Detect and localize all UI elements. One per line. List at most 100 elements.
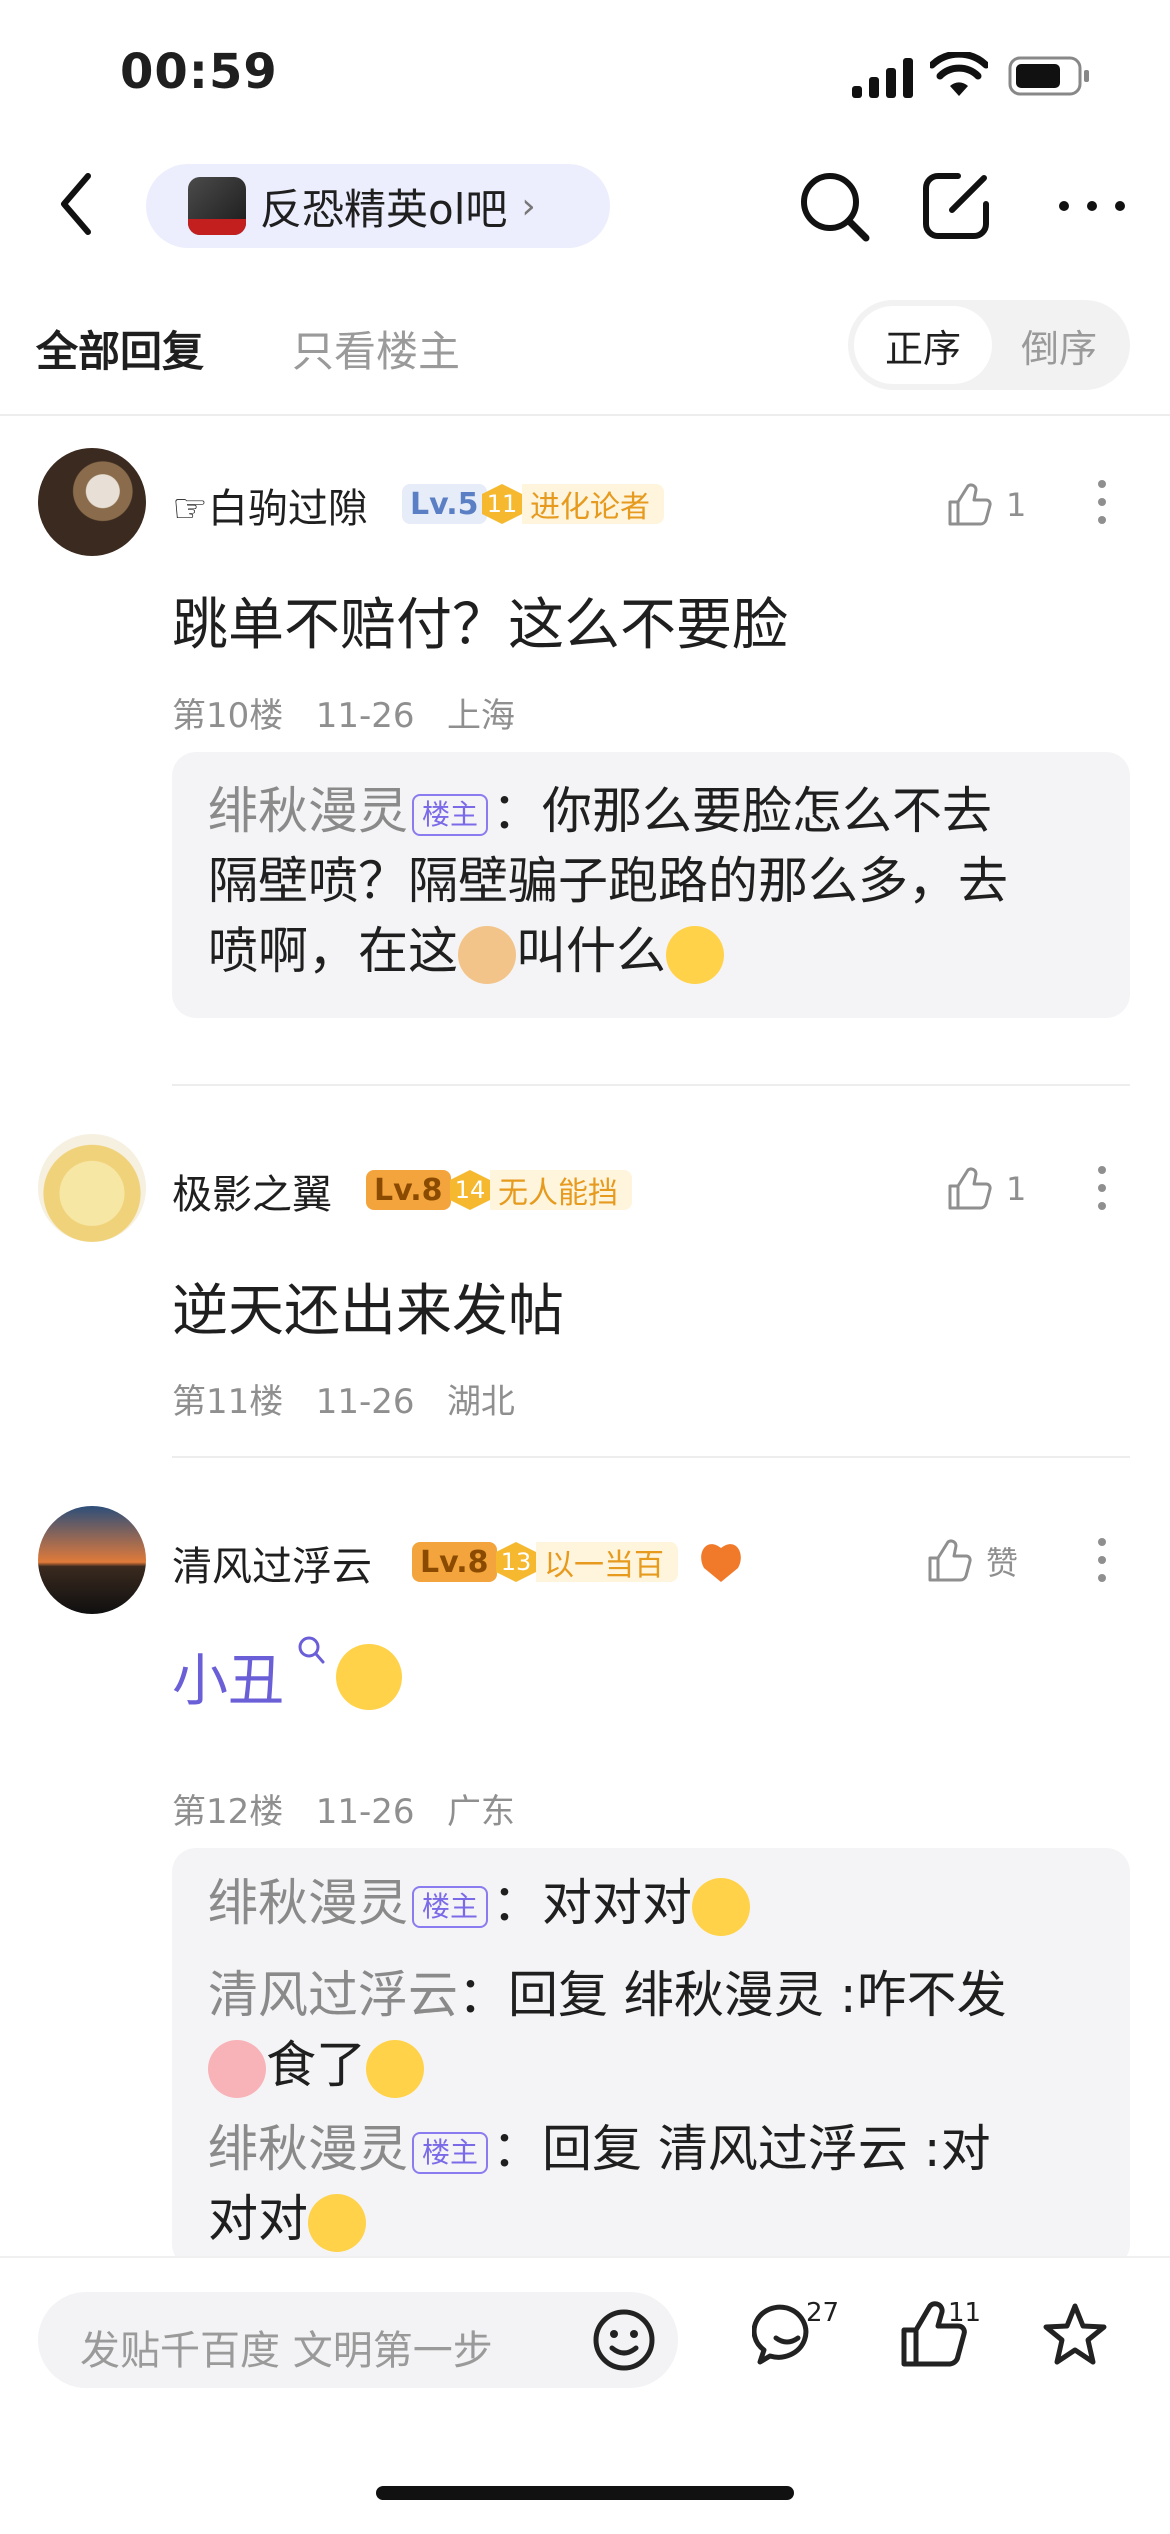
post-meta: 第10楼 11-26 上海 xyxy=(172,688,515,737)
floor: 第10楼 xyxy=(172,696,284,736)
post-content: 逆天还出来发帖 xyxy=(172,1279,564,1344)
laugh-emoji-icon xyxy=(366,2039,424,2098)
reply-text: 叫什么 xyxy=(516,922,666,980)
date: 11-26 xyxy=(315,1792,415,1832)
username[interactable]: ☞白驹过隙 xyxy=(172,476,368,534)
floor: 第12楼 xyxy=(172,1792,284,1832)
badge-title: 进化论者 xyxy=(522,484,664,525)
thumb-up-icon xyxy=(928,1539,972,1582)
reply-author[interactable]: 绯秋漫灵 xyxy=(208,1874,408,1932)
op-tag: 楼主 xyxy=(412,2131,489,2174)
medal-icon xyxy=(701,1544,741,1582)
post-meta: 第11楼 11-26 湖北 xyxy=(172,1374,515,1423)
reply-box[interactable]: 绯秋漫灵 楼主 ：你那么要脸怎么不去 隔壁喷？隔壁骗子跑路的那么多，去 喷啊，在这叫… xyxy=(172,752,1130,1018)
grin-emoji-icon xyxy=(666,925,724,984)
like-button[interactable]: 1 xyxy=(946,480,1026,530)
level-badge: Lv.8 xyxy=(366,1170,451,1210)
divider xyxy=(172,1456,1130,1458)
divider xyxy=(0,414,1170,416)
reply-author[interactable]: 绯秋漫灵 xyxy=(208,2120,408,2178)
tab-all-replies[interactable]: 全部回复 xyxy=(36,318,204,379)
op-tag: 楼主 xyxy=(412,793,489,836)
more-icon[interactable] xyxy=(1054,168,1130,244)
forum-link[interactable]: 反恐精英ol吧 › xyxy=(146,164,610,248)
yum-emoji-icon xyxy=(308,2193,366,2252)
like-button[interactable]: 赞 xyxy=(926,1536,1018,1586)
thumb-up-icon xyxy=(948,483,992,526)
like-button[interactable]: 1 xyxy=(946,1164,1026,1214)
share-icon[interactable] xyxy=(918,168,994,244)
reply-author[interactable]: 绯秋漫灵 xyxy=(208,782,408,840)
status-time: 00:59 xyxy=(120,44,278,100)
tab-op-only[interactable]: 只看楼主 xyxy=(292,318,460,379)
divider xyxy=(172,1084,1130,1086)
location: 广东 xyxy=(446,1792,515,1832)
post-content: 跳单不赔付？这么不要脸 xyxy=(172,593,788,658)
search-link-icon xyxy=(298,1636,325,1664)
title-badge: 13 以一当百 xyxy=(496,1540,678,1584)
forum-name: 反恐精英ol吧 xyxy=(260,184,508,234)
sort-ascending-button[interactable]: 正序 xyxy=(854,306,992,384)
like-label: 赞 xyxy=(986,1544,1019,1582)
badge-title: 无人能挡 xyxy=(490,1170,632,1211)
location: 上海 xyxy=(446,696,515,736)
post-more-icon[interactable] xyxy=(1096,1536,1108,1584)
thumb-up-icon xyxy=(948,1167,992,1210)
reply-line: 绯秋漫灵 楼主 ：回复 清风过浮云 :对 xyxy=(208,2114,1094,2184)
reply-box[interactable]: 绯秋漫灵 楼主 ：对对对 清风过浮云：回复 绯秋漫灵 :咋不发 食了 绯秋漫灵 楼主：… xyxy=(172,1848,1130,2268)
yum-emoji-icon xyxy=(336,1644,402,1710)
badge-level: 13 xyxy=(496,1542,536,1582)
reply-sep: ： xyxy=(492,2120,543,2178)
reply-text: 喷啊，在这 xyxy=(208,922,458,980)
title-badge: 14 无人能挡 xyxy=(450,1168,632,1212)
star-icon[interactable] xyxy=(1040,2300,1110,2370)
dog-emoji-icon xyxy=(458,925,516,984)
reply-line: 绯秋漫灵 楼主 ：对对对 xyxy=(208,1868,1094,1938)
forum-logo xyxy=(188,177,246,235)
avatar[interactable] xyxy=(38,1134,146,1242)
badge-level: 11 xyxy=(482,484,522,524)
avatar[interactable] xyxy=(38,1506,146,1614)
post-more-icon[interactable] xyxy=(1096,1164,1108,1212)
reply-text: 食了 xyxy=(266,2036,366,2094)
wifi-icon xyxy=(930,52,988,96)
sort-toggle: 正序 倒序 xyxy=(848,300,1130,390)
badge-level: 14 xyxy=(450,1170,490,1210)
reply-text: 对对 xyxy=(208,2190,308,2248)
username[interactable]: 清风过浮云 xyxy=(172,1534,372,1592)
reply-input-placeholder: 发贴千百度 文明第一步 xyxy=(80,2328,493,2374)
post-more-icon[interactable] xyxy=(1096,478,1108,526)
op-tag: 楼主 xyxy=(412,1885,489,1928)
reply-line: 绯秋漫灵 楼主 ：你那么要脸怎么不去 xyxy=(208,776,1094,846)
username[interactable]: 极影之翼 xyxy=(172,1162,332,1220)
reply-sep: ： xyxy=(458,1966,508,2024)
like-count: 11 xyxy=(948,2298,982,2328)
avatar[interactable] xyxy=(38,448,146,556)
location: 湖北 xyxy=(446,1382,515,1422)
pig-emoji-icon xyxy=(208,2039,266,2098)
search-icon[interactable] xyxy=(796,168,872,244)
reply-author[interactable]: 清风过浮云 xyxy=(208,1966,458,2024)
comment-count: 27 xyxy=(806,2298,840,2328)
reply-text: 你那么要脸怎么不去 xyxy=(542,782,993,840)
battery-icon xyxy=(1008,56,1089,96)
reply-line: 食了 xyxy=(208,2030,1094,2100)
like-count: 1 xyxy=(1006,486,1027,524)
reply-text: 对对对 xyxy=(542,1874,693,1932)
reply-sep: ： xyxy=(492,782,543,840)
reply-text: 回复 绯秋漫灵 :咋不发 xyxy=(508,1966,1007,2024)
sort-descending-button[interactable]: 倒序 xyxy=(994,306,1124,384)
like-count: 1 xyxy=(1006,1170,1027,1208)
home-indicator xyxy=(376,2486,794,2500)
level-badge: Lv.8 xyxy=(412,1542,497,1582)
reply-sep: ： xyxy=(492,1874,543,1932)
yum-emoji-icon xyxy=(692,1877,751,1936)
title-badge: 11 进化论者 xyxy=(482,482,664,526)
post-content[interactable]: 小丑 xyxy=(172,1649,284,1714)
reply-text: 回复 清风过浮云 :对 xyxy=(542,2120,991,2178)
date: 11-26 xyxy=(315,1382,415,1422)
emoji-picker-icon[interactable] xyxy=(592,2308,656,2372)
post-content-link[interactable]: 小丑 xyxy=(172,1636,284,1717)
back-icon[interactable] xyxy=(58,170,94,238)
level-badge: Lv.5 xyxy=(402,484,487,524)
